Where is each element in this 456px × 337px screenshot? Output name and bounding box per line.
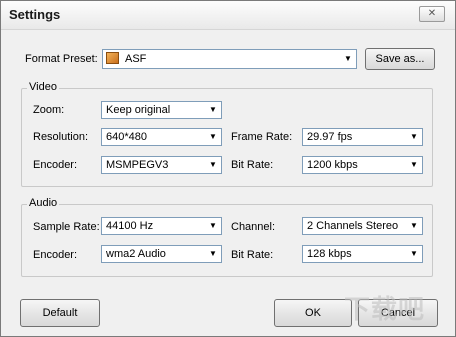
- frame-rate-label: Frame Rate:: [231, 131, 293, 143]
- asf-format-icon: [106, 52, 119, 64]
- zoom-label: Zoom:: [33, 104, 65, 116]
- format-preset-label: Format Preset:: [25, 53, 98, 65]
- save-as-button[interactable]: Save as...: [365, 48, 435, 70]
- resolution-dropdown[interactable]: 640*480 ▼: [101, 128, 222, 146]
- audio-group-label: Audio: [27, 197, 60, 209]
- channel-dropdown[interactable]: 2 Channels Stereo ▼: [302, 217, 423, 235]
- channel-value: 2 Channels Stereo: [307, 220, 399, 232]
- resolution-label: Resolution:: [33, 131, 89, 143]
- channel-label: Channel:: [231, 221, 276, 233]
- audio-bit-rate-value: 128 kbps: [307, 248, 352, 260]
- settings-dialog: Settings ✕ Format Preset: ASF ▼ Save as.…: [0, 0, 456, 337]
- frame-rate-dropdown[interactable]: 29.97 fps ▼: [302, 128, 423, 146]
- video-encoder-value: MSMPEGV3: [106, 159, 169, 171]
- title-bar[interactable]: Settings ✕: [1, 1, 455, 30]
- audio-group: [21, 204, 433, 277]
- video-bit-rate-label: Bit Rate:: [231, 159, 274, 171]
- ok-button[interactable]: OK: [274, 299, 352, 327]
- chevron-down-icon: ▼: [407, 219, 421, 233]
- chevron-down-icon: ▼: [206, 158, 220, 172]
- video-bit-rate-value: 1200 kbps: [307, 159, 358, 171]
- sample-rate-value: 44100 Hz: [106, 220, 154, 232]
- video-encoder-label: Encoder:: [33, 159, 78, 171]
- chevron-down-icon: ▼: [407, 158, 421, 172]
- chevron-down-icon: ▼: [206, 103, 220, 117]
- resolution-value: 640*480: [106, 131, 147, 143]
- audio-bit-rate-label: Bit Rate:: [231, 249, 274, 261]
- chevron-down-icon: ▼: [407, 247, 421, 261]
- chevron-down-icon: ▼: [341, 52, 355, 66]
- frame-rate-value: 29.97 fps: [307, 131, 353, 143]
- chevron-down-icon: ▼: [206, 247, 220, 261]
- audio-encoder-value: wma2 Audio: [106, 248, 166, 260]
- sample-rate-label: Sample Rate:: [33, 221, 100, 233]
- sample-rate-dropdown[interactable]: 44100 Hz ▼: [101, 217, 222, 235]
- video-group-label: Video: [27, 81, 59, 93]
- zoom-dropdown[interactable]: Keep original ▼: [101, 101, 222, 119]
- default-button[interactable]: Default: [20, 299, 100, 327]
- audio-encoder-dropdown[interactable]: wma2 Audio ▼: [101, 245, 222, 263]
- close-button[interactable]: ✕: [419, 6, 445, 22]
- chevron-down-icon: ▼: [206, 219, 220, 233]
- format-preset-dropdown[interactable]: ASF ▼: [102, 49, 357, 69]
- zoom-value: Keep original: [106, 104, 171, 116]
- chevron-down-icon: ▼: [407, 130, 421, 144]
- audio-encoder-label: Encoder:: [33, 249, 78, 261]
- audio-bit-rate-dropdown[interactable]: 128 kbps ▼: [302, 245, 423, 263]
- watermark-logo: 下载吧: [344, 295, 426, 325]
- close-icon: ✕: [427, 8, 437, 19]
- chevron-down-icon: ▼: [206, 130, 220, 144]
- format-preset-value: ASF: [125, 53, 147, 65]
- video-bit-rate-dropdown[interactable]: 1200 kbps ▼: [302, 156, 423, 174]
- dialog-title: Settings: [9, 7, 61, 22]
- video-encoder-dropdown[interactable]: MSMPEGV3 ▼: [101, 156, 222, 174]
